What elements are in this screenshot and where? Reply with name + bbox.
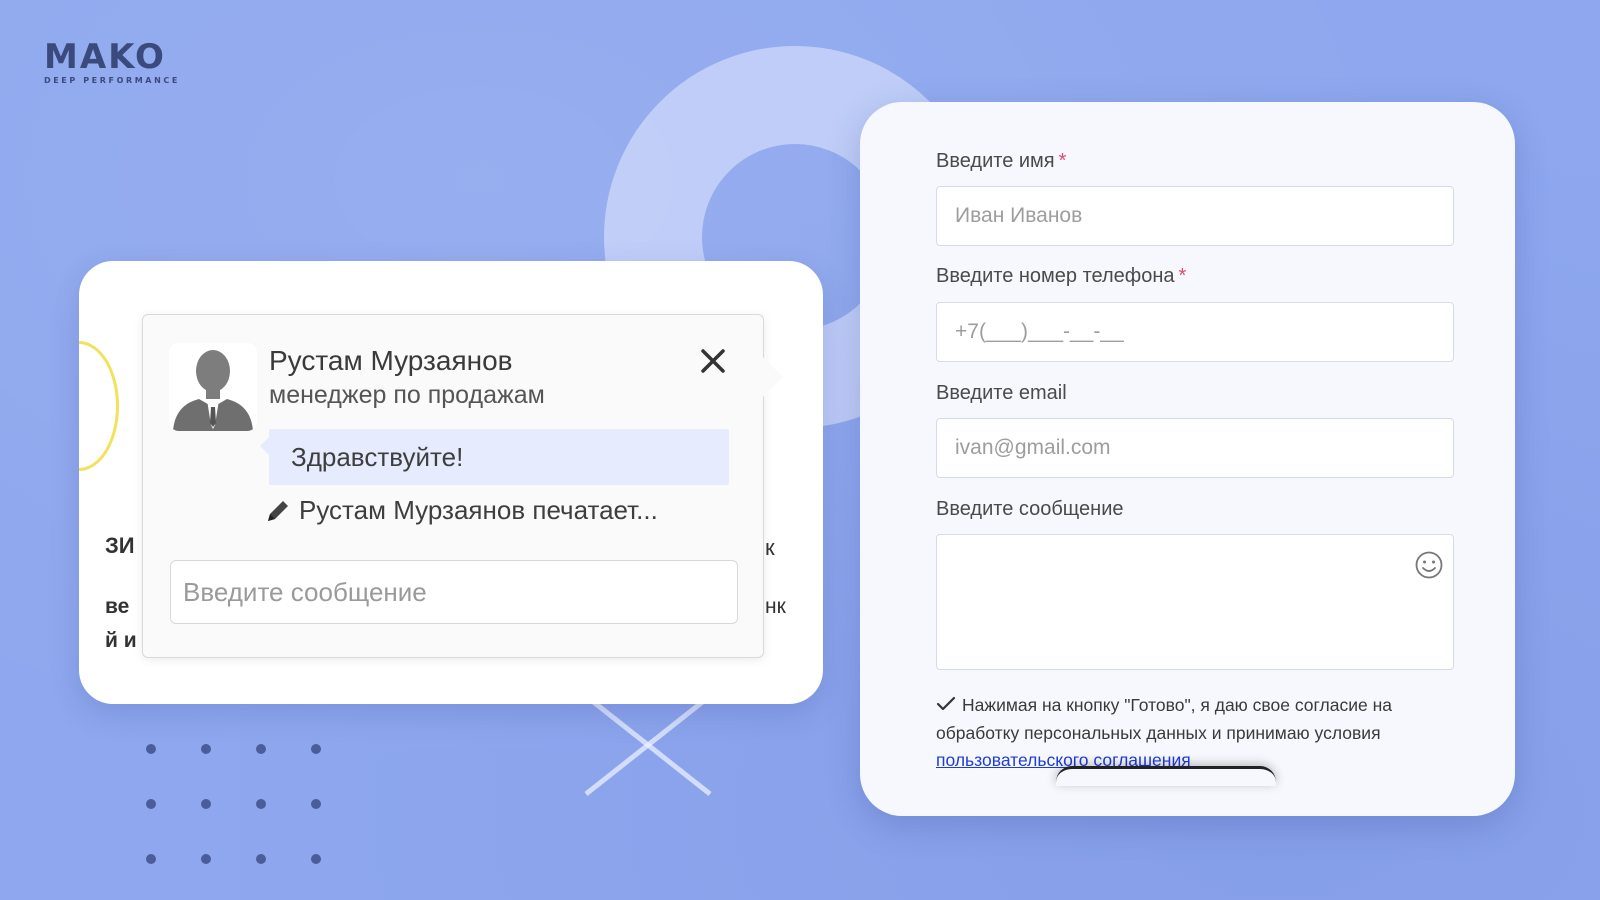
background-text-fragment: ЗИ bbox=[105, 533, 135, 558]
dot bbox=[256, 799, 266, 809]
chat-widget: Рустам Мурзаянов менеджер по продажам Зд… bbox=[142, 314, 783, 658]
dot bbox=[201, 744, 211, 754]
phone-label: Введите номер телефона * bbox=[936, 265, 1186, 288]
email-field[interactable] bbox=[936, 418, 1454, 478]
dot bbox=[146, 799, 156, 809]
user-silhouette-icon bbox=[169, 343, 257, 431]
logo-wordmark: MAKO bbox=[44, 37, 166, 77]
typing-status: Рустам Мурзаянов печатает... bbox=[299, 495, 658, 525]
checkmark-icon bbox=[936, 696, 956, 711]
required-mark: * bbox=[1178, 265, 1187, 287]
name-label: Введите имя * bbox=[936, 150, 1066, 173]
message-label: Введите сообщение bbox=[936, 498, 1124, 520]
contact-form: Введите имя* Введите номер телефона* Вве… bbox=[860, 102, 1515, 816]
chat-pointer bbox=[763, 357, 783, 397]
dot bbox=[311, 854, 321, 864]
name-label-text: Введите имя bbox=[936, 150, 1055, 172]
dot bbox=[256, 854, 266, 864]
email-label: Введите email bbox=[936, 382, 1067, 404]
dot bbox=[146, 854, 156, 864]
dot bbox=[201, 854, 211, 864]
background-arc bbox=[79, 341, 119, 471]
background-text-fragment: нк bbox=[765, 595, 786, 618]
dot bbox=[311, 799, 321, 809]
dot bbox=[146, 744, 156, 754]
consent-block: Нажимая на кнопку "Готово", я даю свое с… bbox=[936, 692, 1456, 774]
dot bbox=[201, 799, 211, 809]
decorative-dot-grid bbox=[146, 744, 336, 874]
message-bubble: Здравствуйте! bbox=[260, 429, 729, 485]
name-field[interactable] bbox=[936, 186, 1454, 246]
decorative-cross bbox=[584, 694, 712, 796]
phone-label-text: Введите номер телефона bbox=[936, 265, 1175, 287]
background-text-fragment: ве bbox=[105, 595, 130, 618]
consent-checkbox[interactable] bbox=[936, 693, 956, 720]
manager-role: менеджер по продажам bbox=[269, 381, 545, 409]
manager-name: Рустам Мурзаянов bbox=[269, 345, 513, 376]
logo-tagline: DEEP PERFORMANCE bbox=[44, 76, 180, 85]
consent-text: Нажимая на кнопку "Готово", я даю свое с… bbox=[936, 695, 1392, 743]
dot bbox=[311, 744, 321, 754]
background-text-fragment: к bbox=[765, 535, 775, 560]
submit-button-edge[interactable] bbox=[1056, 766, 1276, 786]
pencil-icon bbox=[268, 500, 288, 521]
smiley-icon[interactable] bbox=[1414, 550, 1444, 580]
message-text: Здравствуйте! bbox=[291, 442, 464, 472]
typing-indicator: Рустам Мурзаянов печатает... bbox=[265, 495, 658, 526]
mako-logo: MAKO DEEP PERFORMANCE bbox=[44, 40, 184, 85]
background-text-fragment: й и bbox=[105, 629, 137, 652]
dot bbox=[256, 744, 266, 754]
message-field[interactable] bbox=[936, 534, 1454, 670]
phone-field[interactable] bbox=[936, 302, 1454, 362]
close-icon[interactable] bbox=[693, 341, 733, 381]
chat-message-input[interactable] bbox=[170, 560, 738, 624]
required-mark: * bbox=[1058, 150, 1067, 172]
